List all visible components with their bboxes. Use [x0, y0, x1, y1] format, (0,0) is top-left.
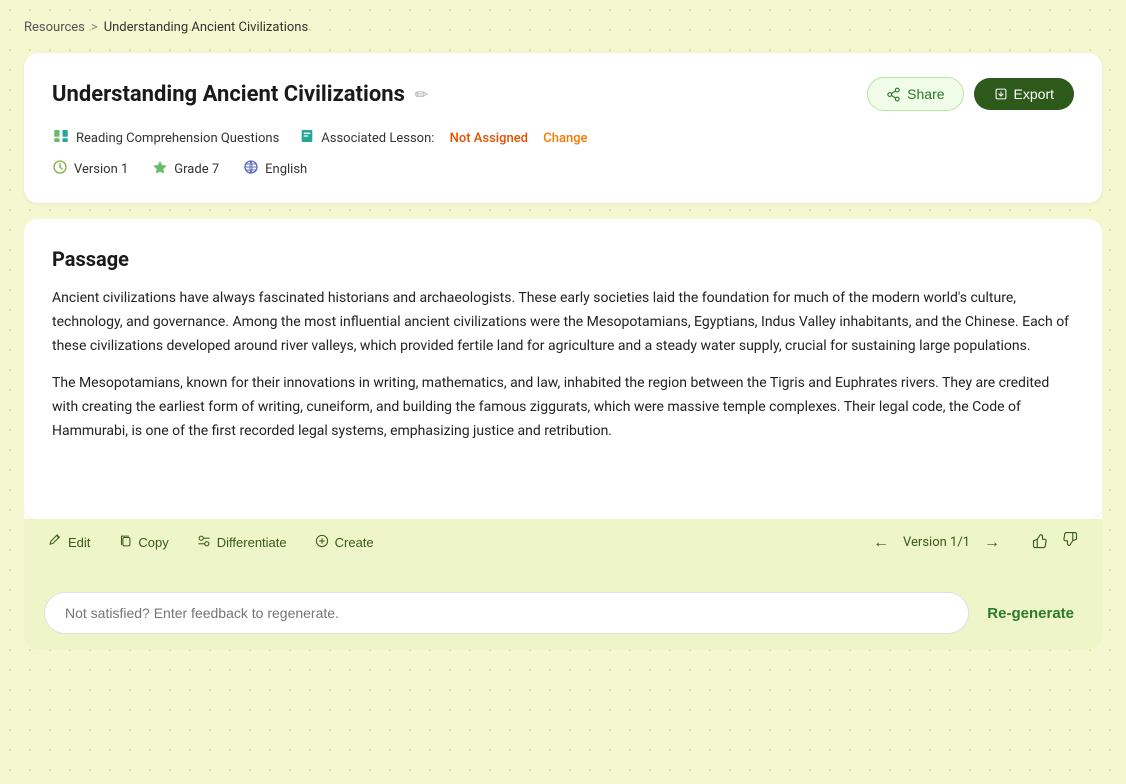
- differentiate-button[interactable]: Differentiate: [197, 534, 287, 551]
- create-button[interactable]: Create: [315, 534, 374, 551]
- passage-card: Passage Ancient civilizations have alway…: [24, 219, 1102, 519]
- version-item: Version 1: [52, 159, 128, 179]
- breadcrumb-current: Understanding Ancient Civilizations: [104, 20, 308, 35]
- version-prev-button[interactable]: ←: [869, 532, 893, 554]
- language-icon: [243, 159, 259, 179]
- thumbup-button[interactable]: [1032, 531, 1050, 554]
- title-row: Understanding Ancient Civilizations ✏: [52, 82, 428, 107]
- differentiate-label: Differentiate: [217, 535, 287, 550]
- edit-button[interactable]: Edit: [48, 534, 90, 551]
- resource-type-icon: [52, 127, 70, 149]
- create-icon: [315, 534, 329, 551]
- export-button[interactable]: Export: [974, 78, 1074, 110]
- thumbdown-button[interactable]: [1060, 531, 1078, 554]
- header-card: Understanding Ancient Civilizations ✏ Sh…: [24, 53, 1102, 203]
- passage-wrapper: Passage Ancient civilizations have alway…: [24, 219, 1102, 519]
- breadcrumb-resources-link[interactable]: Resources: [24, 20, 85, 35]
- passage-paragraph-2: The Mesopotamians, known for their innov…: [52, 372, 1074, 443]
- share-button[interactable]: Share: [867, 77, 963, 111]
- passage-paragraph-1: Ancient civilizations have always fascin…: [52, 287, 1074, 358]
- feedback-row: Re-generate: [24, 580, 1102, 650]
- version-label: Version 1: [74, 162, 128, 177]
- copy-label: Copy: [138, 535, 168, 550]
- share-icon: [886, 87, 901, 102]
- version-next-button[interactable]: →: [980, 532, 1004, 554]
- differentiate-icon: [197, 534, 211, 551]
- thumb-buttons: [1032, 531, 1078, 554]
- edit-label: Edit: [68, 535, 90, 550]
- language-label: English: [265, 162, 307, 177]
- feedback-input[interactable]: [44, 592, 969, 634]
- grade-item: Grade 7: [152, 159, 219, 179]
- resource-type-label: Reading Comprehension Questions: [76, 131, 279, 146]
- lesson-icon: [299, 128, 315, 148]
- version-nav-label: Version 1/1: [903, 535, 970, 550]
- language-item: English: [243, 159, 307, 179]
- version-icon: [52, 159, 68, 179]
- lesson-label: Associated Lesson:: [321, 131, 434, 146]
- page-title: Understanding Ancient Civilizations: [52, 82, 405, 107]
- meta-row-2: Version 1 Grade 7 English: [52, 159, 1074, 179]
- breadcrumb: Resources > Understanding Ancient Civili…: [24, 20, 1102, 35]
- grade-label: Grade 7: [174, 162, 219, 177]
- edit-title-icon[interactable]: ✏: [415, 85, 428, 104]
- edit-icon: [48, 534, 62, 551]
- lesson-item: Associated Lesson: Not Assigned Change: [299, 128, 587, 148]
- resource-type-item: Reading Comprehension Questions: [52, 127, 279, 149]
- lesson-value: Not Assigned: [450, 131, 528, 146]
- bottom-toolbar: Edit Copy Differentiate: [24, 519, 1102, 566]
- bottom-section: Passage Ancient civilizations have alway…: [24, 219, 1102, 650]
- copy-button[interactable]: Copy: [118, 534, 168, 551]
- create-label: Create: [335, 535, 374, 550]
- header-actions: Share Export: [867, 77, 1074, 111]
- regenerate-button[interactable]: Re-generate: [979, 605, 1082, 622]
- breadcrumb-separator: >: [91, 20, 98, 35]
- change-link[interactable]: Change: [543, 131, 587, 146]
- export-icon: [994, 87, 1008, 101]
- card-header: Understanding Ancient Civilizations ✏ Sh…: [52, 77, 1074, 111]
- passage-title: Passage: [52, 247, 1074, 271]
- grade-icon: [152, 159, 168, 179]
- meta-row-1: Reading Comprehension Questions Associat…: [52, 127, 1074, 149]
- version-nav: ← Version 1/1 →: [869, 532, 1004, 554]
- copy-icon: [118, 534, 132, 551]
